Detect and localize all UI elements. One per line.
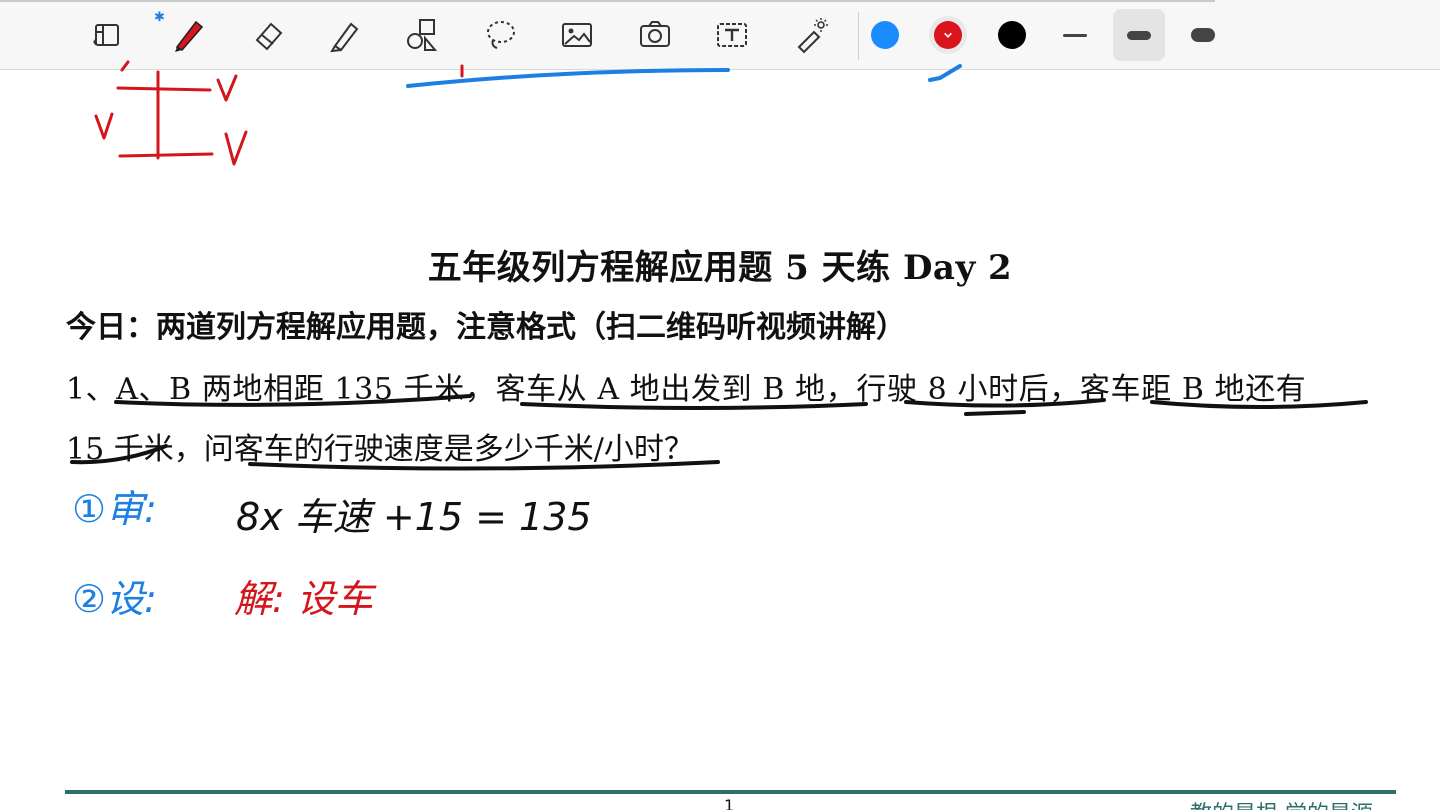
footer-slogan: 教的是根 学的是源 bbox=[1190, 796, 1373, 810]
page-layout-icon bbox=[93, 24, 119, 46]
worksheet-title: 五年级列方程解应用题 5 天练 Day 2 bbox=[427, 248, 1013, 288]
image-icon bbox=[562, 23, 592, 47]
stroke-thin-button[interactable] bbox=[1049, 9, 1101, 61]
page-layout-tool[interactable] bbox=[81, 9, 133, 61]
lasso-tool[interactable] bbox=[474, 9, 526, 61]
camera-tool[interactable] bbox=[629, 9, 681, 61]
step2-answer: 解: 设车 bbox=[234, 577, 373, 621]
highlighter-tool[interactable] bbox=[318, 9, 370, 61]
footer-rule bbox=[65, 790, 1396, 794]
lasso-icon bbox=[487, 21, 515, 49]
blue-swatch bbox=[871, 21, 899, 49]
problem-text-line-1: 1、A、B 两地相距 135 千米，客车从 A 地出发到 B 地，行驶 8 小时… bbox=[66, 372, 1307, 407]
problem-text-line-2: 15 千米，问客车的行驶速度是多少千米/小时？ bbox=[66, 432, 694, 467]
red-speed-diagram bbox=[94, 60, 464, 166]
pen-tool[interactable] bbox=[162, 9, 214, 61]
step1-label: ①审: bbox=[72, 487, 157, 531]
text-box-icon bbox=[717, 23, 747, 47]
text-box-tool[interactable] bbox=[706, 9, 758, 61]
laser-pointer-tool[interactable] bbox=[785, 9, 837, 61]
step1-equation: 8x 车速 +15 = 135 bbox=[236, 495, 592, 539]
stroke-thick-button[interactable] bbox=[1177, 9, 1229, 61]
worksheet-subtitle: 今日：两道列方程解应用题，注意格式（扫二维码听视频讲解） bbox=[66, 310, 906, 345]
camera-icon bbox=[640, 21, 670, 47]
shapes-icon bbox=[407, 19, 438, 51]
color-blue-button[interactable] bbox=[859, 9, 911, 61]
highlighter-icon bbox=[330, 22, 359, 53]
stroke-thick-icon bbox=[1191, 28, 1215, 42]
black-swatch bbox=[998, 21, 1026, 49]
chevron-down-icon bbox=[944, 32, 952, 38]
laser-pointer-icon bbox=[797, 18, 828, 54]
eraser-tool[interactable] bbox=[242, 9, 294, 61]
color-red-button[interactable] bbox=[922, 9, 974, 61]
eraser-icon bbox=[255, 22, 283, 51]
step2-label: ②设: bbox=[72, 577, 157, 621]
stroke-thin-icon bbox=[1063, 33, 1087, 37]
shapes-tool[interactable] bbox=[396, 9, 448, 61]
color-black-button[interactable] bbox=[986, 9, 1038, 61]
annotation-toolbar: ✱ bbox=[0, 0, 1440, 70]
red-swatch bbox=[929, 16, 967, 54]
stroke-medium-icon bbox=[1127, 30, 1151, 40]
page-number: 1 bbox=[724, 796, 735, 810]
stroke-medium-button[interactable] bbox=[1113, 9, 1165, 61]
top-blue-underline bbox=[406, 68, 730, 88]
toolbar-top-line bbox=[0, 0, 1215, 2]
pen-icon bbox=[175, 20, 204, 52]
image-tool[interactable] bbox=[551, 9, 603, 61]
